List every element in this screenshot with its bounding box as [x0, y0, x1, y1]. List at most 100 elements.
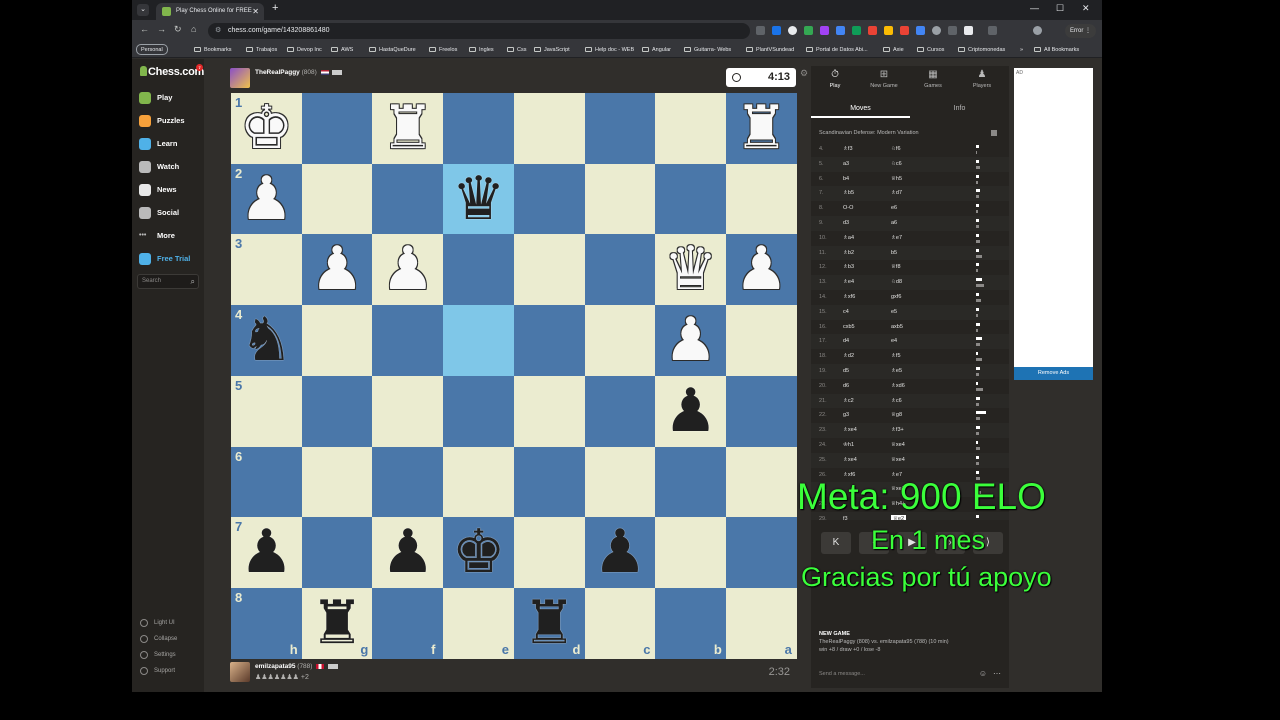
tab-list-button[interactable]: ⌄: [137, 4, 149, 16]
extension-icon[interactable]: [772, 26, 781, 35]
black-move[interactable]: ♘f6: [891, 142, 901, 157]
square-e6[interactable]: [443, 446, 515, 518]
square-g1[interactable]: [301, 93, 373, 164]
extension-icon[interactable]: [788, 26, 797, 35]
white-move[interactable]: d5: [843, 364, 849, 379]
square-c5[interactable]: [584, 375, 656, 447]
black-move[interactable]: ♕h4+: [891, 497, 905, 512]
avatar[interactable]: [230, 662, 250, 682]
last-move-button[interactable]: ⟩: [973, 532, 1003, 554]
tab-info[interactable]: Info: [910, 100, 1009, 118]
chess-board[interactable]: 1 2 3 4 5 6 7 8 h g f e d c b a ♚ ♜ ♜ ♟ ♛ ♟ ♟ ♛ ♟ ♞ ♟ ♟ ♟ ♟ ♚ ♟ ♜ ♜: [231, 93, 797, 659]
black-rook-icon[interactable]: ♜: [302, 588, 373, 659]
white-move[interactable]: d4: [843, 334, 849, 349]
white-rook-icon[interactable]: ♜: [726, 93, 797, 164]
square-a6[interactable]: [725, 446, 797, 518]
square-g5[interactable]: [301, 375, 373, 447]
search-icon[interactable]: ⌕: [191, 275, 195, 288]
extension-icon[interactable]: [836, 26, 845, 35]
tab-chess[interactable]: Play Chess Online for FREE ✕: [156, 3, 264, 20]
sidebar-item-puzzles[interactable]: Puzzles: [137, 112, 201, 130]
white-move[interactable]: ♗xf6: [843, 468, 855, 483]
black-move[interactable]: ♗f3+: [891, 423, 904, 438]
first-move-button[interactable]: K: [821, 532, 851, 554]
bookmark-item[interactable]: Axie: [883, 45, 904, 55]
square-a5[interactable]: [725, 375, 797, 447]
new-tab-button[interactable]: +: [272, 2, 278, 14]
black-move[interactable]: ♗c6: [891, 394, 902, 409]
black-pawn-icon[interactable]: ♟: [655, 376, 726, 447]
extension-icon[interactable]: [852, 26, 861, 35]
white-rook-icon[interactable]: ♜: [372, 93, 443, 164]
minimize-button[interactable]: —: [1030, 3, 1039, 13]
all-bookmarks[interactable]: All Bookmarks: [1034, 45, 1079, 55]
square-b7[interactable]: [655, 517, 727, 589]
black-move[interactable]: ♗e5: [891, 364, 902, 379]
bookmark-item[interactable]: Portal de Datos Abi...: [806, 45, 868, 55]
white-move[interactable]: ♗xe4: [843, 453, 857, 468]
white-move[interactable]: ♗b5: [843, 186, 854, 201]
black-move[interactable]: ♕xe4: [891, 438, 905, 453]
white-pawn-icon[interactable]: ♟: [372, 234, 443, 305]
black-king-icon[interactable]: ♚: [443, 517, 514, 588]
more-options-icon[interactable]: ⋯: [993, 666, 1001, 682]
white-move[interactable]: ♗a4: [843, 231, 854, 246]
reload-button[interactable]: ↻: [174, 24, 182, 35]
black-move[interactable]: e6: [891, 201, 897, 216]
sidebar-item-play[interactable]: Play: [137, 89, 201, 107]
tab-players[interactable]: ♟ Players: [958, 70, 1006, 90]
square-b2[interactable]: [655, 163, 727, 235]
white-move[interactable]: ♔h1: [843, 438, 854, 453]
white-move[interactable]: g3: [843, 408, 849, 423]
bookmarks-more-button[interactable]: »: [1020, 45, 1023, 55]
profile-button[interactable]: Personal: [136, 44, 168, 55]
square-d5[interactable]: [513, 375, 585, 447]
white-move[interactable]: ♗e4: [843, 275, 854, 290]
black-move[interactable]: gxf6: [891, 290, 901, 305]
square-e3[interactable]: [443, 234, 515, 306]
white-move[interactable]: d3: [843, 216, 849, 231]
white-move[interactable]: c4: [843, 305, 849, 320]
chesscom-logo[interactable]: Chess.com 7: [140, 64, 204, 78]
play-moves-button[interactable]: ▶: [897, 532, 927, 554]
black-move[interactable]: ♕g8: [891, 408, 902, 423]
square-f2[interactable]: [372, 163, 444, 235]
bookmark-item[interactable]: Ingles: [469, 45, 494, 55]
close-window-button[interactable]: ✕: [1082, 3, 1090, 14]
white-move[interactable]: cxb5: [843, 320, 855, 335]
sidebar-item-free-trial[interactable]: Free Trial: [137, 250, 201, 268]
black-move[interactable]: e4: [891, 334, 897, 349]
square-d3[interactable]: [513, 234, 585, 306]
board-settings-gear-icon[interactable]: ⚙: [800, 68, 808, 79]
sidebar-bottom-support[interactable]: Support: [140, 666, 175, 676]
bookmark-item[interactable]: Help doc - WEB: [585, 45, 634, 55]
black-move[interactable]: ♗f5: [891, 349, 901, 364]
square-d7[interactable]: [513, 517, 585, 589]
extensions-menu-icon[interactable]: [988, 26, 997, 35]
white-king-icon[interactable]: ♚: [231, 93, 302, 164]
maximize-button[interactable]: ☐: [1056, 3, 1064, 14]
white-move[interactable]: a3: [843, 157, 849, 172]
square-f4[interactable]: [372, 305, 444, 377]
bookmark-item[interactable]: Cursos: [917, 45, 944, 55]
square-f5[interactable]: [372, 375, 444, 447]
square-d4[interactable]: [513, 305, 585, 377]
sidebar-item-watch[interactable]: Watch: [137, 158, 201, 176]
white-queen-icon[interactable]: ♛: [655, 234, 726, 305]
square-a4[interactable]: [725, 305, 797, 377]
sidebar-item-social[interactable]: Social: [137, 204, 201, 222]
tab-games[interactable]: ▦ Games: [909, 70, 957, 90]
sidebar-item-learn[interactable]: Learn: [137, 135, 201, 153]
black-move[interactable]: ♘c6: [891, 157, 902, 172]
emoji-icon[interactable]: ☺: [979, 666, 987, 682]
square-b1[interactable]: [655, 93, 727, 164]
black-move[interactable]: ♗d7: [891, 186, 902, 201]
top-player-name[interactable]: TheRealPaggy (808): [255, 69, 343, 76]
search-input[interactable]: Search ⌕: [137, 274, 199, 289]
extension-icon[interactable]: [804, 26, 813, 35]
black-move[interactable]: e5: [891, 305, 897, 320]
chat-input[interactable]: Send a message... ☺ ⋯: [815, 666, 1005, 682]
square-e4[interactable]: [443, 305, 515, 377]
black-move[interactable]: a6: [891, 216, 897, 231]
avatar[interactable]: [230, 68, 250, 88]
